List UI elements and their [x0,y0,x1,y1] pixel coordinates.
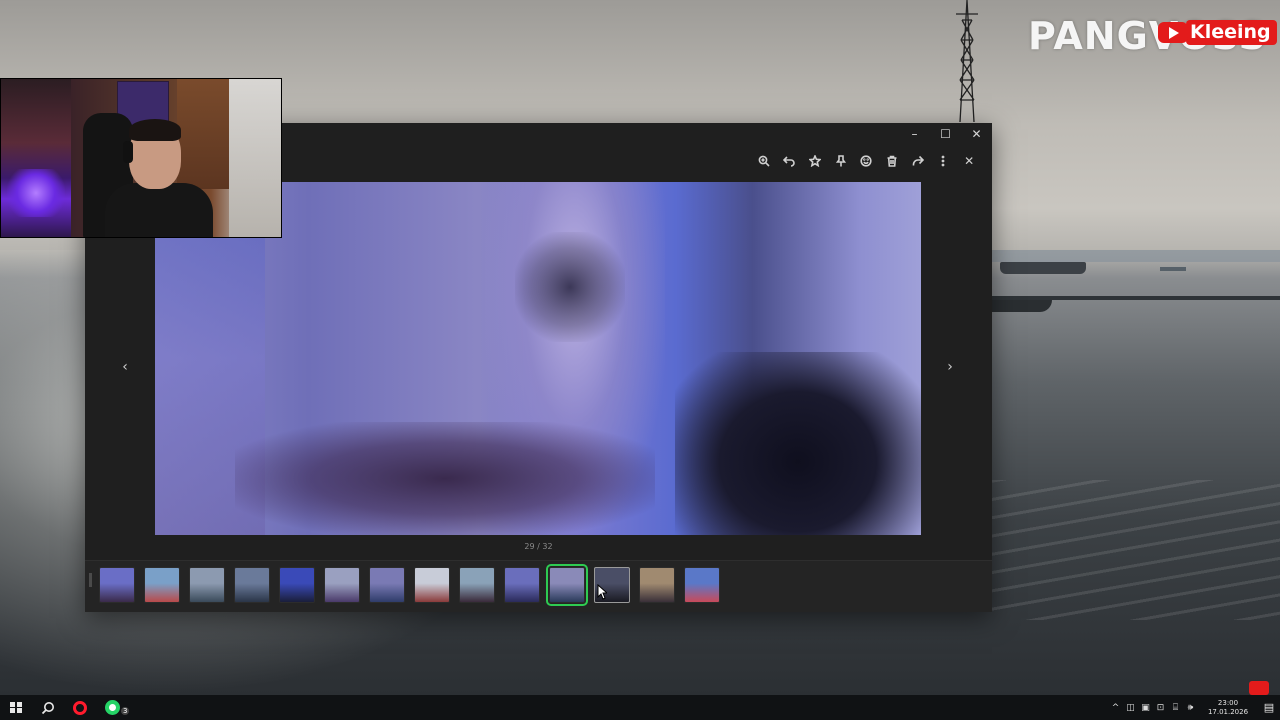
thumbnail-strip [85,560,992,612]
volume-icon[interactable]: 🕪 [1183,695,1198,720]
minimize-button[interactable]: – [899,123,930,145]
mouse-cursor-icon [597,584,607,600]
network-icon[interactable]: ⌸ [1168,695,1183,720]
thumbnail-list [99,564,720,606]
opera-icon [73,700,87,715]
zoom-in-icon [758,155,770,167]
pin-button[interactable] [828,151,854,171]
reaction-button[interactable] [854,151,880,171]
whatsapp-icon [104,700,120,715]
thumbnail-item[interactable] [414,567,450,603]
maximize-button[interactable]: ☐ [930,123,961,145]
undo-button[interactable] [777,151,803,171]
previous-photo-button[interactable]: ‹ [115,357,135,377]
youtube-subscribe-icon [1249,681,1269,695]
delete-button[interactable] [879,151,905,171]
photo-region-dark [675,352,921,535]
youtube-icon [1158,21,1188,43]
tray-device-icon[interactable]: ⊡ [1153,695,1168,720]
strip-scroll-indicator[interactable] [89,573,92,587]
taskbar-clock[interactable]: 23:00 17.01.2026 [1202,699,1254,717]
zoom-in-button[interactable] [751,151,777,171]
tray-app-icon[interactable]: ◫ [1123,695,1138,720]
more-options-button[interactable] [931,151,957,171]
thumbnail-item[interactable] [234,567,270,603]
photo-counter: 29 / 32 [524,542,553,551]
taskbar: ^ ◫ ▣ ⊡ ⌸ 🕪 23:00 17.01.2026 ▤ [0,695,1280,720]
notifications-icon[interactable]: ▤ [1258,695,1280,720]
photo-region-head [515,232,625,342]
viewer-close-button[interactable]: ✕ [956,151,982,171]
tray-overflow-button[interactable]: ^ [1108,695,1123,720]
undo-icon [783,156,796,167]
clock-time: 23:00 [1217,698,1239,707]
system-tray: ^ ◫ ▣ ⊡ ⌸ 🕪 23:00 17.01.2026 ▤ [1108,695,1280,720]
pier-end [992,300,1052,312]
webcam-wall [229,79,281,237]
channel-watermark: PANGVOSS Kleeing [1028,14,1277,58]
thumbnail-item[interactable] [369,567,405,603]
webcam-cabinet [177,79,229,189]
headset-icon [123,141,133,163]
thumbnail-item[interactable] [189,567,225,603]
power-tower [956,0,978,122]
search-icon [41,701,54,714]
thumbnail-item[interactable] [144,567,180,603]
distant-ship [1160,267,1186,271]
window-controls: – ☐ ✕ [899,123,992,145]
pin-icon [835,155,846,167]
thumbnail-item[interactable] [279,567,315,603]
thumbnail-item[interactable] [324,567,360,603]
taskbar-opera[interactable] [64,695,96,720]
share-button[interactable] [905,151,931,171]
creator-badge: Kleeing [1158,18,1277,46]
ship [1000,262,1086,274]
windows-icon [10,701,22,714]
thumbnail-item[interactable] [546,564,588,606]
star-icon [809,155,822,167]
streamer-body [105,183,213,237]
webcam-overlay [0,78,282,238]
more-icon [942,155,945,167]
search-button[interactable] [32,695,64,720]
trash-icon [887,155,897,167]
share-icon [912,155,924,166]
thumbnail-item[interactable] [99,567,135,603]
emoji-icon [860,155,873,167]
favorite-button[interactable] [802,151,828,171]
sea-foam [990,480,1280,620]
thumbnail-item[interactable] [459,567,495,603]
clock-date: 17.01.2026 [1207,707,1249,716]
thumbnail-item[interactable] [504,567,540,603]
streamer-hair [129,119,181,141]
viewer-toolbar: ✕ [751,151,982,171]
horizon [990,250,1280,262]
photo-region-bottom [235,422,655,535]
thumbnail-item[interactable] [684,567,720,603]
start-button[interactable] [0,695,32,720]
tray-security-icon[interactable]: ▣ [1138,695,1153,720]
creator-name: Kleeing [1186,19,1277,45]
webcam-lamp [7,169,65,217]
thumbnail-item[interactable] [639,567,675,603]
next-photo-button[interactable]: › [940,357,960,377]
window-close-button[interactable]: ✕ [961,123,992,145]
